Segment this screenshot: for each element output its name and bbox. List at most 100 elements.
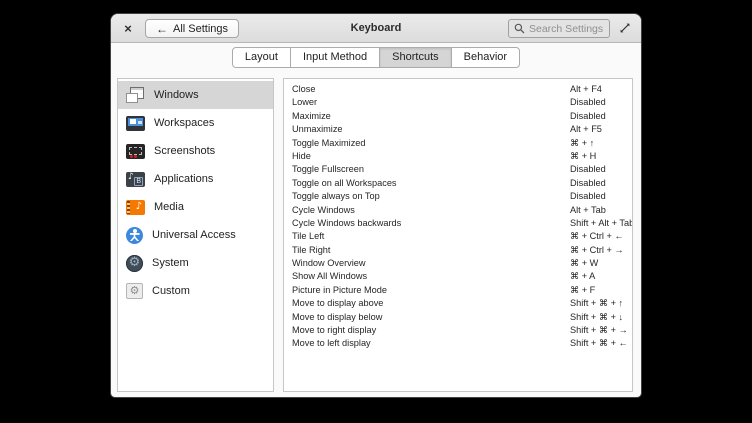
shortcut-binding: ⌘ + ↑ <box>570 137 594 150</box>
shortcut-binding: ⌘ + A <box>570 270 595 283</box>
tab[interactable]: Behavior <box>451 47 520 68</box>
titlebar: × ← All Settings Keyboard <box>111 14 641 43</box>
shortcut-action: Cycle Windows <box>292 204 355 217</box>
shortcut-binding: Shift + ⌘ + ↓ <box>570 311 623 324</box>
shortcut-action: Move to display below <box>292 311 382 324</box>
shortcut-action: Tile Left <box>292 230 324 243</box>
tab[interactable]: Layout <box>232 47 291 68</box>
shortcut-binding: Shift + ⌘ + → <box>570 324 628 337</box>
sidebar-item-label: Windows <box>154 89 199 101</box>
shortcut-binding: Shift + ⌘ + ← <box>570 337 628 350</box>
sidebar-item[interactable]: Workspaces <box>118 109 273 137</box>
sidebar-item[interactable]: Windows <box>118 81 273 109</box>
workspaces-icon <box>126 116 145 131</box>
screenshots-icon <box>126 144 145 159</box>
shortcut-binding: Alt + F5 <box>570 123 602 136</box>
shortcut-binding: Disabled <box>570 110 606 123</box>
shortcut-binding: Disabled <box>570 177 606 190</box>
sidebar-item-label: Media <box>154 201 184 213</box>
shortcut-action: Picture in Picture Mode <box>292 284 387 297</box>
all-settings-button[interactable]: ← All Settings <box>145 19 239 38</box>
shortcut-row[interactable]: Cycle Windows Alt + Tab <box>284 204 632 217</box>
search-box[interactable] <box>508 19 610 38</box>
tab[interactable]: Input Method <box>290 47 380 68</box>
shortcut-binding: Disabled <box>570 163 606 176</box>
tab-bar: Layout Input Method Shortcuts Behavior <box>111 47 641 68</box>
shortcut-binding: ⌘ + Ctrl + → <box>570 244 624 257</box>
shortcut-action: Close <box>292 83 316 96</box>
sidebar-item-label: Applications <box>154 173 213 185</box>
search-input[interactable] <box>529 23 604 35</box>
shortcut-action: Hide <box>292 150 311 163</box>
search-icon <box>514 23 525 34</box>
system-icon <box>126 255 143 272</box>
sidebar-item[interactable]: Universal Access <box>118 221 273 249</box>
shortcut-binding: Disabled <box>570 190 606 203</box>
shortcut-row[interactable]: Tile Right ⌘ + Ctrl + → <box>284 244 632 257</box>
shortcut-row[interactable]: Toggle on all Workspaces Disabled <box>284 177 632 190</box>
shortcut-binding: ⌘ + F <box>570 284 595 297</box>
shortcut-row[interactable]: Hide ⌘ + H <box>284 150 632 163</box>
shortcut-row[interactable]: Close Alt + F4 <box>284 83 632 96</box>
shortcut-action: Move to left display <box>292 337 371 350</box>
shortcut-action: Show All Windows <box>292 270 367 283</box>
shortcut-row[interactable]: Toggle Maximized ⌘ + ↑ <box>284 137 632 150</box>
windows-icon <box>126 87 145 103</box>
settings-window: × ← All Settings Keyboard Layout Input M <box>111 14 641 397</box>
shortcut-row[interactable]: Tile Left ⌘ + Ctrl + ← <box>284 230 632 243</box>
tab[interactable]: Shortcuts <box>379 47 451 68</box>
shortcut-row[interactable]: Move to display above Shift + ⌘ + ↑ <box>284 297 632 310</box>
sidebar-item-label: Workspaces <box>154 117 214 129</box>
shortcut-binding: Shift + ⌘ + ↑ <box>570 297 623 310</box>
shortcut-binding: Shift + Alt + Tab <box>570 217 633 230</box>
close-icon: × <box>124 21 132 36</box>
sidebar-item-label: System <box>152 257 189 269</box>
applications-icon <box>126 172 145 187</box>
shortcut-binding: ⌘ + Ctrl + ← <box>570 230 624 243</box>
media-icon <box>126 200 145 215</box>
universal-access-icon <box>126 227 143 244</box>
shortcut-action: Toggle Fullscreen <box>292 163 364 176</box>
shortcut-action: Cycle Windows backwards <box>292 217 401 230</box>
shortcut-binding: Alt + Tab <box>570 204 606 217</box>
sidebar-item[interactable]: System <box>118 249 273 277</box>
sidebar-item-label: Custom <box>152 285 190 297</box>
shortcut-action: Tile Right <box>292 244 330 257</box>
sidebar-item[interactable]: Screenshots <box>118 137 273 165</box>
shortcut-action: Lower <box>292 96 317 109</box>
shortcut-binding: ⌘ + W <box>570 257 598 270</box>
expand-icon[interactable] <box>618 21 632 35</box>
shortcut-binding: Alt + F4 <box>570 83 602 96</box>
sidebar-item[interactable]: Applications <box>118 165 273 193</box>
shortcut-row[interactable]: Move to display below Shift + ⌘ + ↓ <box>284 311 632 324</box>
close-button[interactable]: × <box>117 14 139 42</box>
shortcut-row[interactable]: Move to right display Shift + ⌘ + → <box>284 324 632 337</box>
shortcut-row[interactable]: Unmaximize Alt + F5 <box>284 123 632 136</box>
shortcut-row[interactable]: Show All Windows ⌘ + A <box>284 270 632 283</box>
shortcut-action: Move to display above <box>292 297 383 310</box>
shortcut-row[interactable]: Window Overview ⌘ + W <box>284 257 632 270</box>
shortcut-row[interactable]: Toggle Fullscreen Disabled <box>284 163 632 176</box>
shortcut-action: Toggle on all Workspaces <box>292 177 397 190</box>
shortcut-action: Window Overview <box>292 257 366 270</box>
shortcut-row[interactable]: Picture in Picture Mode ⌘ + F <box>284 284 632 297</box>
custom-icon <box>126 283 143 299</box>
shortcut-binding: ⌘ + H <box>570 150 596 163</box>
shortcut-action: Move to right display <box>292 324 376 337</box>
sidebar-item-label: Universal Access <box>152 229 236 241</box>
all-settings-label: All Settings <box>173 23 228 35</box>
shortcut-row[interactable]: Cycle Windows backwards Shift + Alt + Ta… <box>284 217 632 230</box>
shortcut-action: Unmaximize <box>292 123 343 136</box>
shortcut-row[interactable]: Lower Disabled <box>284 96 632 109</box>
category-sidebar: Windows Workspaces Screenshots Applicati… <box>117 78 274 392</box>
shortcut-action: Toggle always on Top <box>292 190 380 203</box>
shortcut-row[interactable]: Toggle always on Top Disabled <box>284 190 632 203</box>
sidebar-item[interactable]: Custom <box>118 277 273 305</box>
shortcut-action: Maximize <box>292 110 331 123</box>
sidebar-item[interactable]: Media <box>118 193 273 221</box>
shortcut-row[interactable]: Move to left display Shift + ⌘ + ← <box>284 337 632 350</box>
shortcut-row[interactable]: Maximize Disabled <box>284 110 632 123</box>
sidebar-item-label: Screenshots <box>154 145 215 157</box>
back-arrow-icon: ← <box>156 23 168 35</box>
shortcut-list: Close Alt + F4 Lower Disabled Maximize D… <box>283 78 633 392</box>
